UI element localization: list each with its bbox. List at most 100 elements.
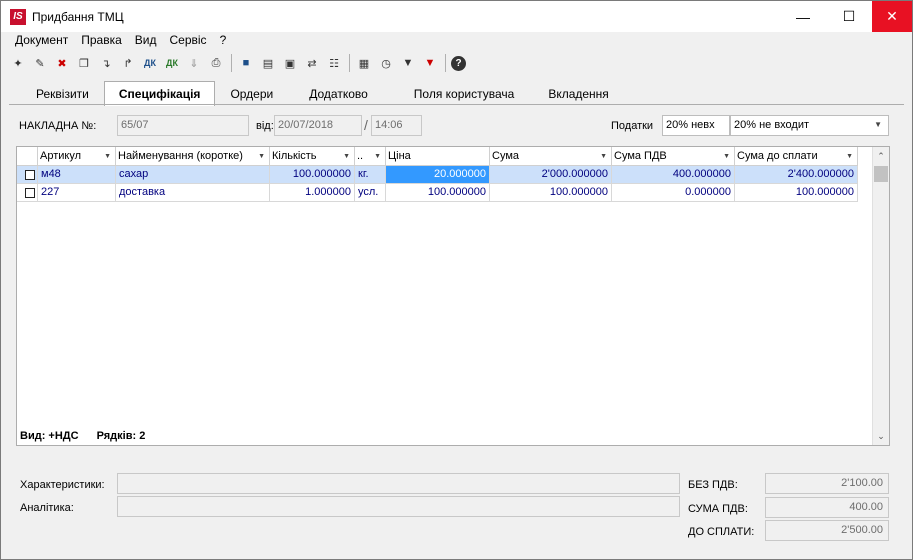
menu-help[interactable]: ? [214, 32, 234, 50]
tax-mode-select[interactable]: 20% не входит ▼ [730, 115, 889, 136]
cell-sum[interactable]: 100.000000 [490, 184, 612, 202]
book-open-icon[interactable]: ▣ [281, 53, 299, 73]
maximize-button[interactable]: ☐ [826, 1, 872, 32]
delete-doc-icon[interactable]: ✖ [53, 53, 71, 73]
cell-unit[interactable]: усл. [355, 184, 386, 202]
row-checkbox[interactable] [25, 170, 35, 180]
debit-credit-icon[interactable]: ДК [141, 53, 159, 73]
export-icon[interactable]: ↱ [119, 53, 137, 73]
menu-document[interactable]: Документ [9, 32, 75, 50]
new-doc-icon[interactable]: ✦ [9, 53, 27, 73]
col-header-quantity[interactable]: Кількість ▼ [270, 147, 355, 166]
col-header-total[interactable]: Сума до сплати ▼ [735, 147, 858, 166]
sort-arrow-icon: ▼ [600, 153, 607, 160]
cell-vat[interactable]: 400.000000 [612, 166, 735, 184]
chevron-down-icon: ▼ [874, 120, 882, 129]
tax-mode-value: 20% не входит [734, 119, 810, 131]
title-bar: IS Придбання ТМЦ — ☐ ✕ [1, 1, 912, 32]
row-count-label: Рядків: 2 [96, 430, 146, 442]
close-button[interactable]: ✕ [872, 1, 912, 32]
analytics-field[interactable] [117, 496, 680, 517]
table-icon[interactable]: ▦ [355, 53, 373, 73]
tab-additional[interactable]: Додатково [288, 81, 391, 105]
window-controls: — ☐ ✕ [780, 1, 912, 32]
grid-header: Артикул ▼ Найменування (коротке) ▼ Кількіс… [17, 147, 858, 166]
vertical-scrollbar[interactable]: ⌃ ⌄ [872, 147, 889, 445]
specification-grid: Артикул ▼ Найменування (коротке) ▼ Кількіс… [16, 146, 890, 446]
app-logo-icon: IS [10, 8, 26, 25]
scroll-down-icon[interactable]: ⌄ [873, 428, 889, 444]
to-pay-label: ДО СПЛАТИ: [688, 526, 755, 538]
cell-total[interactable]: 2'400.000000 [735, 166, 858, 184]
cell-vat[interactable]: 0.000000 [612, 184, 735, 202]
cell-article[interactable]: м48 [38, 166, 116, 184]
save-icon[interactable]: ■ [237, 53, 255, 73]
tab-specification[interactable]: Специфікація [103, 81, 216, 106]
minimize-button[interactable]: — [780, 1, 826, 32]
col-label: Сума [492, 150, 520, 162]
book-icon[interactable]: ▤ [259, 53, 277, 73]
col-label: .. [357, 150, 364, 162]
invoice-number-field[interactable]: 65/07 [117, 115, 249, 136]
cell-unit[interactable]: кг. [355, 166, 386, 184]
cell-quantity[interactable]: 1.000000 [270, 184, 355, 202]
view-mode-label: Вид: +НДС [20, 430, 79, 442]
debit-credit-green-icon[interactable]: ДК [163, 53, 181, 73]
col-header-sum[interactable]: Сума ▼ [490, 147, 612, 166]
tax-rate-field[interactable]: 20% невх [662, 115, 730, 136]
scroll-thumb[interactable] [874, 166, 888, 182]
tab-strip: Реквізити Специфікація Ордери Додатково … [11, 81, 624, 106]
toolbar-separator [349, 54, 350, 72]
app-window: IS Придбання ТМЦ — ☐ ✕ Документ Правка В… [0, 0, 913, 560]
col-header-article[interactable]: Артикул ▼ [38, 147, 116, 166]
filter-icon[interactable]: ▼ [399, 53, 417, 73]
edit-doc-icon[interactable]: ✎ [31, 53, 49, 73]
clear-filter-icon[interactable]: ▼ [421, 53, 439, 73]
move-down-icon[interactable]: ⇓ [185, 53, 203, 73]
time-field[interactable]: 14:06 [371, 115, 422, 136]
toolbar: ✦ ✎ ✖ ❐ ↴ ↱ ДК ДК ⇓ ⎙ ■ ▤ ▣ ⇄ ☷ ▦ ◷ ▼ ▼ … [9, 52, 470, 74]
col-header-price[interactable]: Ціна [386, 147, 490, 166]
cell-quantity[interactable]: 100.000000 [270, 166, 355, 184]
cell-name[interactable]: доставка [116, 184, 270, 202]
cell-price[interactable]: 100.000000 [386, 184, 490, 202]
invoice-number-label: НАКЛАДНА №: [19, 120, 97, 132]
table-row[interactable]: м48 сахар 100.000000 кг. 20.000000 2'000… [17, 166, 858, 184]
cell-total[interactable]: 100.000000 [735, 184, 858, 202]
col-label: Ціна [388, 150, 411, 162]
cell-name[interactable]: сахар [116, 166, 270, 184]
tab-attachments[interactable]: Вкладення [537, 81, 624, 105]
exchange-icon[interactable]: ⇄ [303, 53, 321, 73]
cell-sum[interactable]: 2'000.000000 [490, 166, 612, 184]
help-icon[interactable]: ? [451, 55, 466, 71]
row-checkbox-cell[interactable] [17, 184, 38, 202]
print-icon[interactable]: ⎙ [207, 53, 225, 73]
sort-arrow-icon: ▼ [104, 153, 111, 160]
menu-edit[interactable]: Правка [75, 32, 129, 50]
import-icon[interactable]: ↴ [97, 53, 115, 73]
menu-service[interactable]: Сервіс [164, 32, 214, 50]
tab-user-fields[interactable]: Поля користувача [391, 81, 538, 105]
scroll-up-icon[interactable]: ⌃ [873, 148, 889, 164]
date-field[interactable]: 20/07/2018 [274, 115, 362, 136]
sort-arrow-icon: ▼ [258, 153, 265, 160]
menu-view[interactable]: Вид [129, 32, 164, 50]
history-icon[interactable]: ◷ [377, 53, 395, 73]
vat-sum-label: СУМА ПДВ: [688, 503, 748, 515]
tab-requisites[interactable]: Реквізити [11, 81, 104, 105]
col-header-name[interactable]: Найменування (коротке) ▼ [116, 147, 270, 166]
row-checkbox-cell[interactable] [17, 166, 38, 184]
cell-article[interactable]: 227 [38, 184, 116, 202]
row-checkbox[interactable] [25, 188, 35, 198]
cell-price[interactable]: 20.000000 [386, 166, 490, 184]
copy-icon[interactable]: ❐ [75, 53, 93, 73]
characteristics-field[interactable] [117, 473, 680, 494]
date-time-separator: / [364, 117, 368, 133]
col-header-unit[interactable]: .. ▼ [355, 147, 386, 166]
tree-icon[interactable]: ☷ [325, 53, 343, 73]
table-row[interactable]: 227 доставка 1.000000 усл. 100.000000 10… [17, 184, 858, 202]
col-header-vat[interactable]: Сума ПДВ ▼ [612, 147, 735, 166]
tab-orders[interactable]: Ордери [215, 81, 288, 105]
menu-bar: Документ Правка Вид Сервіс ? [1, 32, 912, 50]
col-label: Сума до сплати [737, 150, 818, 162]
